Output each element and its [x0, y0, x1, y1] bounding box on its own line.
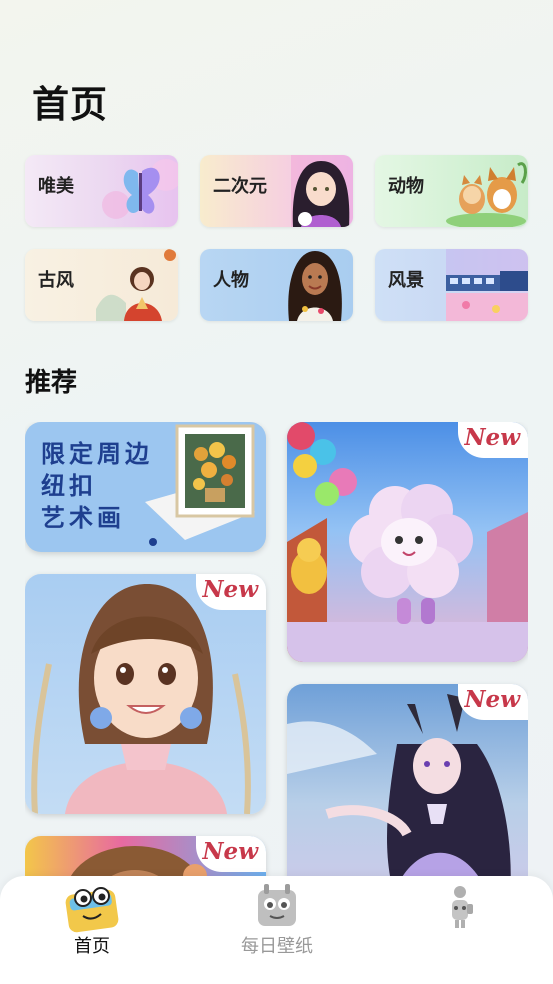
new-badge: New	[196, 574, 266, 610]
category-label: 人物	[213, 270, 249, 291]
home-monster-icon	[65, 887, 119, 933]
promo-card[interactable]: 限定周边 纽扣 艺术画	[25, 422, 266, 552]
anime-girl-image	[291, 155, 353, 227]
recommend-section-title: 推荐	[25, 368, 78, 398]
tab-label: 每日壁纸	[241, 936, 313, 957]
promo-line-3: 艺术画	[41, 504, 125, 532]
new-badge: New	[458, 684, 528, 720]
calendar-monster-icon	[258, 884, 296, 926]
category-label: 唯美	[38, 176, 74, 197]
category-card-ancient-style[interactable]: 古风	[25, 249, 178, 321]
category-card-anime[interactable]: 二次元	[200, 155, 353, 227]
tab-home[interactable]: 首页	[22, 876, 162, 984]
recommend-feed: 限定周边 纽扣 艺术画 New New New New	[25, 422, 528, 877]
category-card-people[interactable]: 人物	[200, 249, 353, 321]
profile-figure-icon	[452, 886, 473, 928]
category-label: 风景	[388, 270, 424, 291]
category-card-animals[interactable]: 动物	[375, 155, 528, 227]
category-card-scenery[interactable]: 风景	[375, 249, 528, 321]
wallpaper-card-hedgehog[interactable]: New	[25, 836, 266, 877]
promo-line-2: 纽扣	[41, 472, 97, 500]
category-grid: 唯美 二次元 动物 古风 人物 风景	[25, 155, 528, 321]
girl-portrait-image	[31, 584, 251, 814]
category-label: 古风	[38, 270, 74, 291]
page-title: 首页	[32, 83, 108, 126]
tab-profile[interactable]	[390, 876, 530, 984]
button-art-frame-image	[145, 424, 255, 546]
category-label: 动物	[388, 176, 424, 197]
bottom-tab-bar: 首页 每日壁纸	[0, 876, 553, 984]
fluffy-sheep-image	[287, 422, 528, 662]
train-landscape-image	[446, 249, 528, 321]
portrait-image	[288, 251, 342, 321]
category-label: 二次元	[213, 176, 267, 197]
ancient-girl-image	[96, 249, 176, 321]
category-card-aesthetic[interactable]: 唯美	[25, 155, 178, 227]
tab-label: 首页	[74, 936, 110, 957]
tab-daily-wallpaper[interactable]: 每日壁纸	[207, 876, 347, 984]
wallpaper-card-sheep[interactable]: New	[287, 422, 528, 662]
wallpaper-card-girl[interactable]: New	[25, 574, 266, 814]
dog-and-cat-image	[446, 162, 527, 227]
new-badge: New	[458, 422, 528, 458]
wallpaper-card-fantasy-girl[interactable]: New	[287, 684, 528, 877]
new-badge: New	[196, 836, 266, 872]
butterfly-image	[102, 159, 178, 219]
